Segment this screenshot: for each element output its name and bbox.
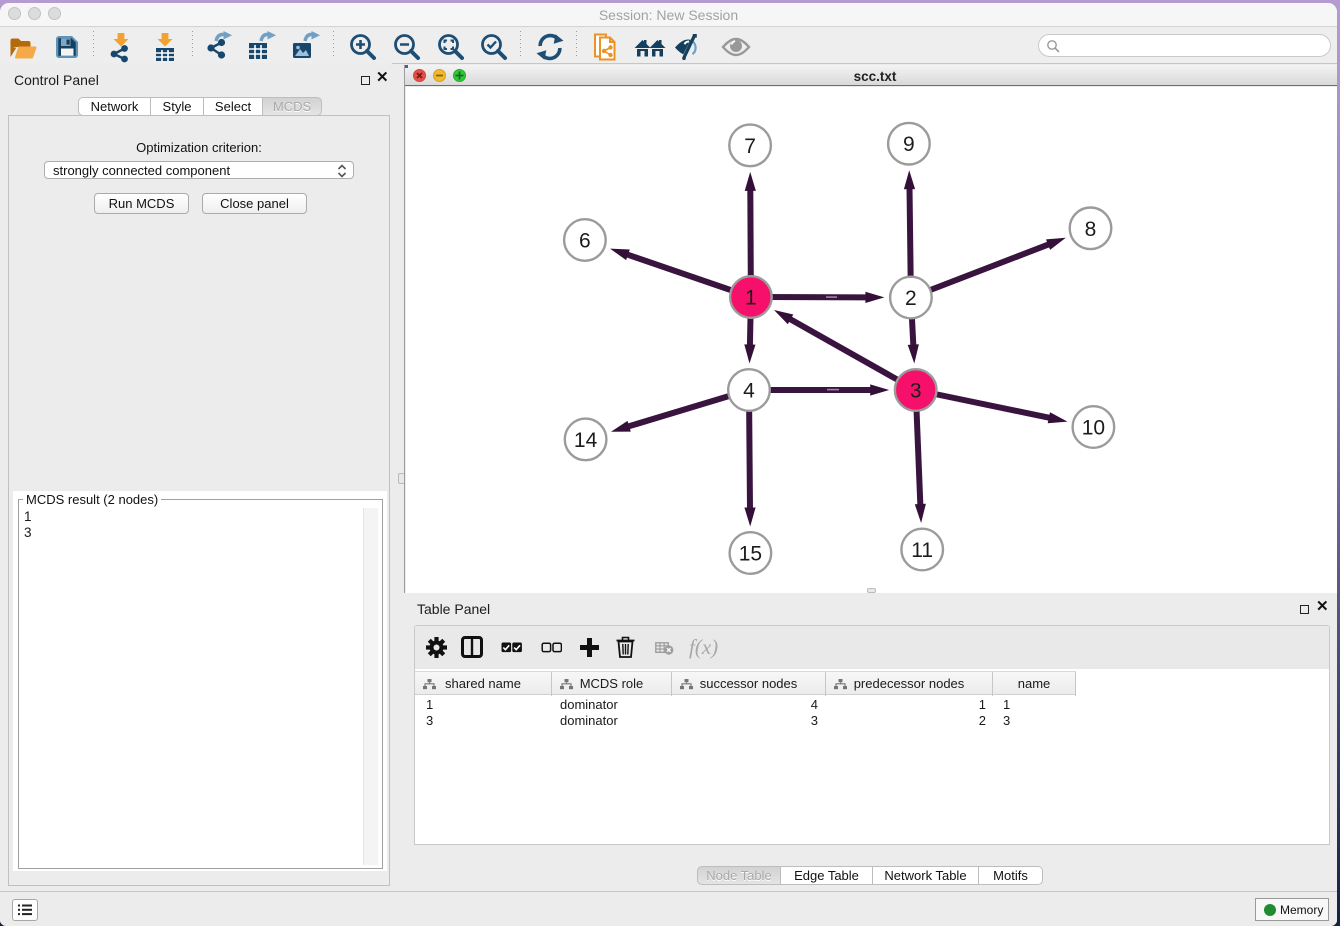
svg-text:6: 6 [579,230,591,253]
svg-text:8: 8 [1085,218,1097,241]
svg-text:4: 4 [743,380,755,403]
svg-text:1: 1 [745,287,757,310]
svg-text:3: 3 [910,380,922,403]
svg-text:14: 14 [574,429,598,452]
svg-text:10: 10 [1082,417,1105,440]
svg-text:15: 15 [739,543,762,566]
svg-text:11: 11 [911,539,933,562]
svg-text:7: 7 [744,135,756,158]
svg-text:2: 2 [905,287,917,310]
svg-text:9: 9 [903,133,915,156]
